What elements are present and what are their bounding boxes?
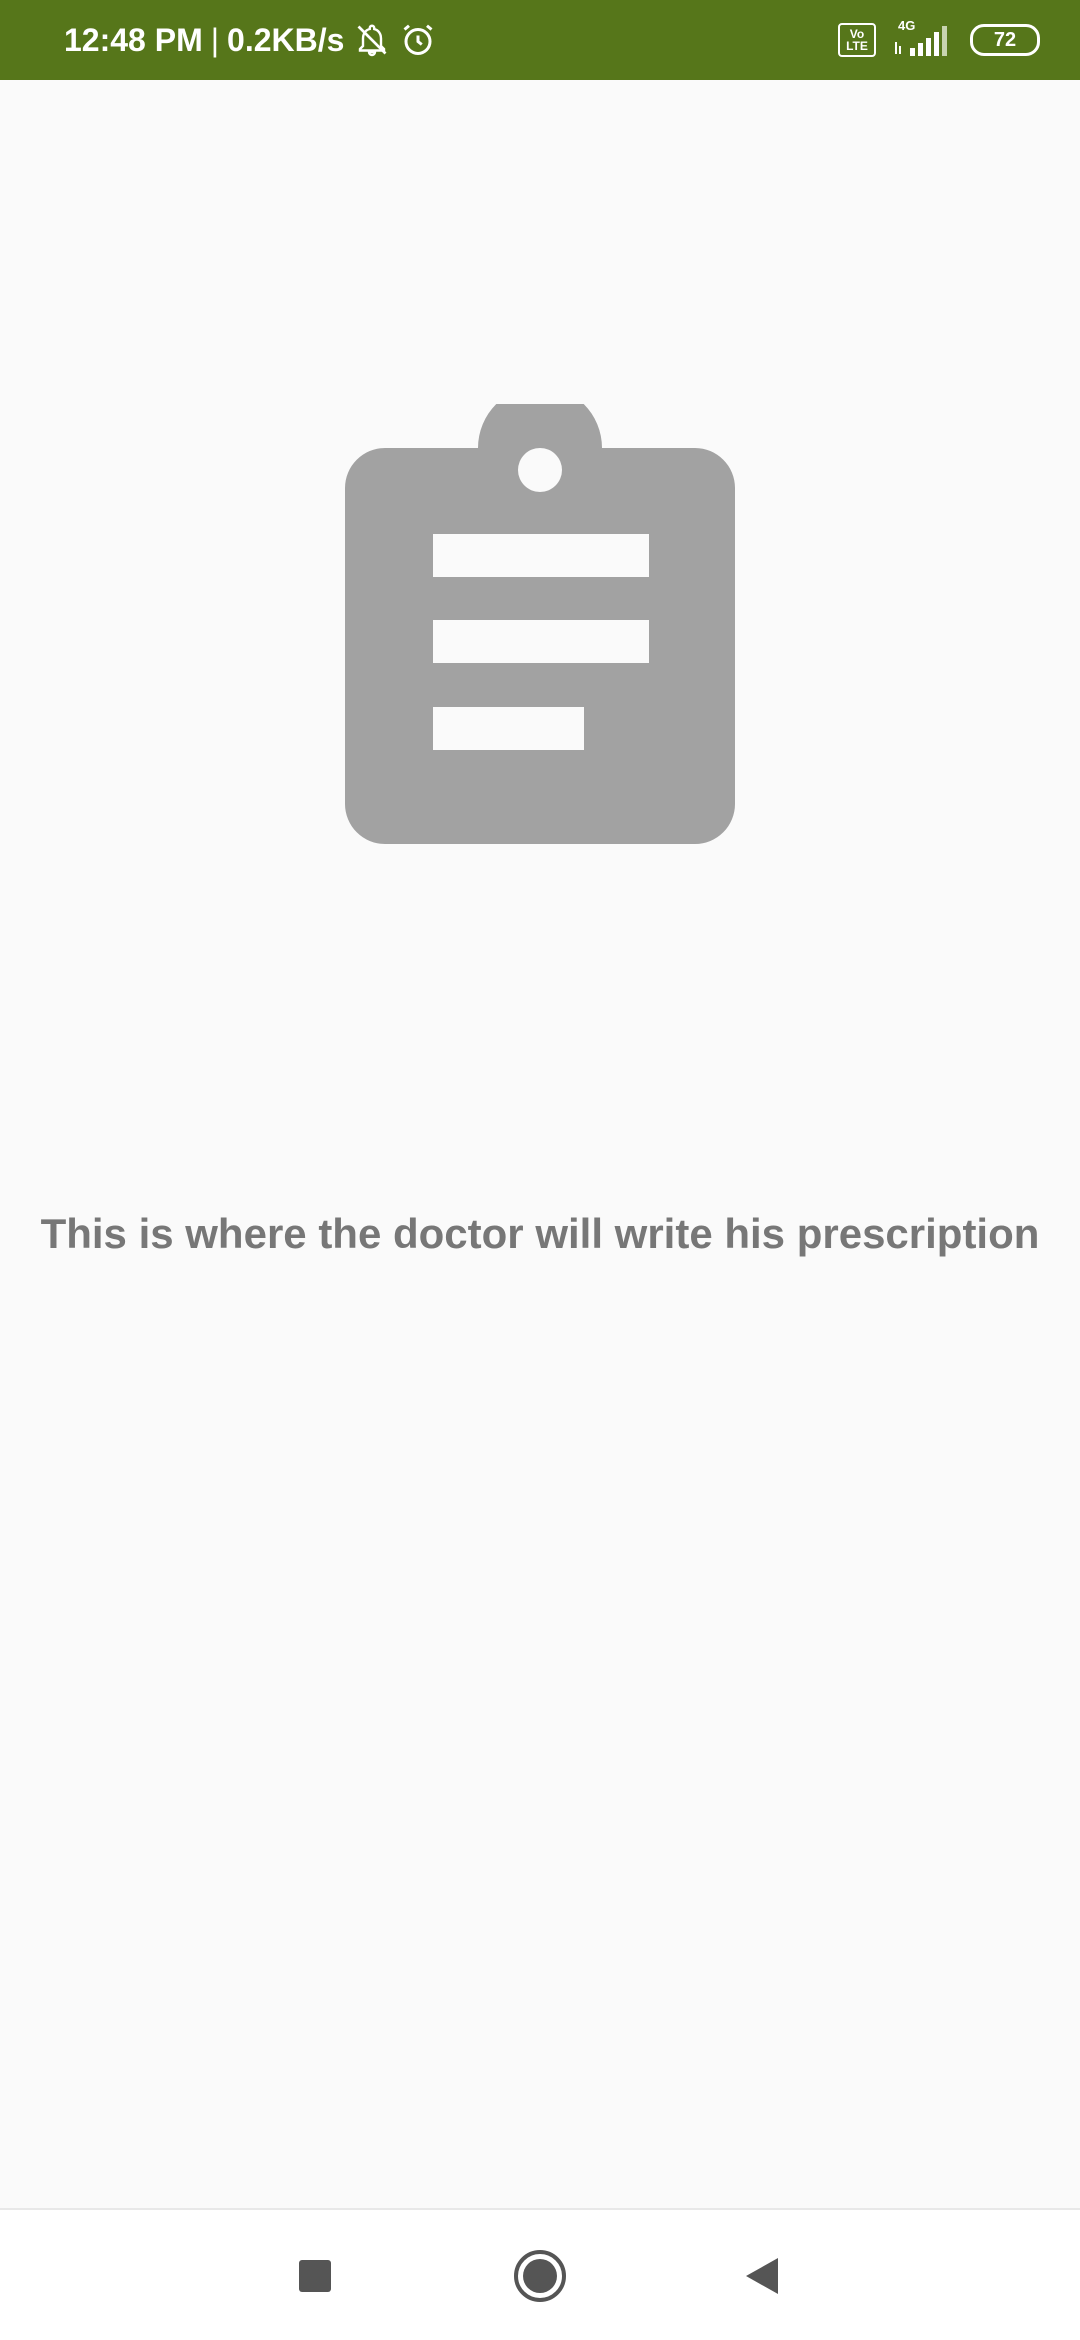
status-network-speed: 0.2KB/s [227, 21, 345, 58]
navigation-bar [0, 2208, 1080, 2340]
status-right: Vo LTE 4G 72 [838, 18, 1040, 60]
status-left: 12:48 PM | 0.2KB/s [64, 22, 436, 59]
network-type-label: 4G [898, 18, 916, 33]
clipboard-icon [345, 404, 735, 844]
status-time: 12:48 PM [64, 21, 203, 58]
alarm-icon [400, 22, 436, 58]
signal-icon: 4G [892, 18, 952, 60]
battery-icon: 72 [970, 24, 1040, 56]
volte-icon: Vo LTE [838, 23, 876, 57]
back-icon [746, 2258, 778, 2294]
back-button[interactable] [732, 2246, 792, 2306]
recents-icon [299, 2260, 331, 2292]
recents-button[interactable] [285, 2246, 345, 2306]
status-separator: | [210, 21, 220, 58]
home-button[interactable] [510, 2246, 570, 2306]
home-icon [514, 2250, 566, 2302]
status-bar: 12:48 PM | 0.2KB/s Vo LTE 4G 72 [0, 0, 1080, 80]
volte-bottom-label: LTE [846, 39, 868, 53]
notifications-muted-icon [354, 22, 390, 58]
main-content: This is where the doctor will write his … [0, 80, 1080, 2208]
empty-state-message: This is where the doctor will write his … [40, 1210, 1040, 1257]
battery-level: 72 [993, 28, 1017, 51]
